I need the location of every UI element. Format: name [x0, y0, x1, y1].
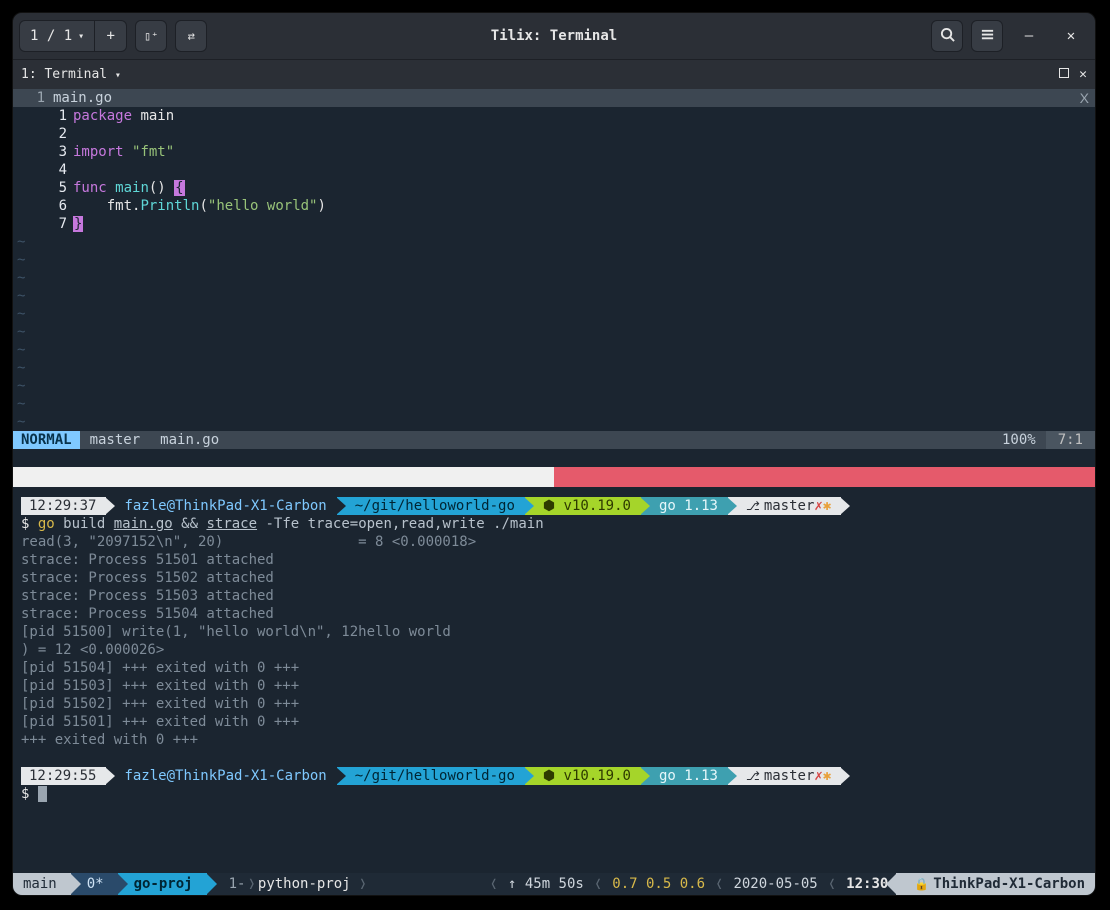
code-area: 1package main23import "fmt"45func main()… — [13, 107, 1095, 233]
prompt-node: ⬢ v10.19.0 — [525, 767, 641, 785]
minimize-icon: — — [1025, 28, 1033, 44]
line-number: 7 — [13, 215, 73, 233]
vim-position: 7:1 — [1046, 431, 1095, 449]
shell-cursor — [38, 786, 47, 802]
vim-cmdline — [13, 449, 1095, 467]
code-line: import "fmt" — [73, 143, 1095, 161]
close-icon: ✕ — [1067, 28, 1075, 44]
window-controls: — ✕ — [1011, 20, 1089, 52]
prompt-cwd: ~/git/helloworld-go — [337, 497, 525, 515]
session-bar: 1: Terminal ▾ ✕ — [13, 59, 1095, 89]
prompt-input[interactable]: $ — [21, 785, 1087, 803]
vim-buffer-bar: 1 main.go X — [13, 89, 1095, 107]
branch-icon — [746, 767, 764, 785]
buffer-close-icon: X — [1074, 89, 1095, 107]
git-dirty-icon: ✗ — [814, 767, 822, 785]
tmux-session: main — [13, 873, 71, 895]
line-number: 2 — [13, 125, 73, 143]
git-staged-icon: ✱ — [823, 767, 831, 785]
buffer-index: 1 — [13, 89, 53, 107]
vim-mode: NORMAL — [13, 431, 80, 449]
titlebar: 1 / 1 ▾ + ▯⁺ ⇄ Tilix: Terminal — ✕ — [13, 13, 1095, 59]
terminal-pane[interactable]: 1 main.go X 1package main23import "fmt"4… — [13, 89, 1095, 873]
square-icon — [1059, 68, 1069, 78]
prompt-git: master ✗ ✱ — [728, 767, 841, 785]
close-icon: ✕ — [1079, 67, 1087, 82]
hamburger-icon — [980, 27, 995, 46]
git-staged-icon: ✱ — [823, 497, 831, 515]
code-line: package main — [73, 107, 1095, 125]
session-count-label: 1 / 1 — [30, 28, 72, 44]
line-number: 6 — [13, 197, 73, 215]
tmux-status-right: ❬ ↑ 45m 50s ❬ 0.7 0.5 0.6 ❬ 2020-05-05 ❬… — [488, 873, 1095, 895]
maximize-pane-button[interactable] — [1059, 67, 1069, 82]
git-dirty-icon: ✗ — [814, 497, 822, 515]
search-icon — [940, 27, 955, 46]
tmux-window-2[interactable]: 1-❭python-proj❭ — [207, 873, 383, 895]
code-line: fmt.Println("hello world") — [73, 197, 1095, 215]
line-number: 5 — [13, 179, 73, 197]
add-session-button[interactable]: + — [95, 20, 127, 52]
tmux-uptime: ↑ 45m 50s — [500, 876, 592, 892]
branch-icon — [746, 497, 764, 515]
close-pane-button[interactable]: ✕ — [1079, 67, 1087, 82]
prompt-node: ⬢ v10.19.0 — [525, 497, 641, 515]
tmux-host: ThinkPad-X1-Carbon — [896, 873, 1095, 895]
plus-icon: + — [106, 28, 114, 44]
session-switcher-group: 1 / 1 ▾ + — [19, 20, 127, 52]
tmux-window-active[interactable]: go-proj — [118, 873, 207, 895]
prompt-line: 12:29:37 fazle@ThinkPad-X1-Carbon ~/git/… — [21, 497, 1087, 515]
chevron-down-icon: ▾ — [115, 70, 121, 81]
search-button[interactable] — [931, 20, 963, 52]
prompt-time: 12:29:37 — [21, 497, 106, 515]
line-number: 1 — [13, 107, 73, 125]
new-terminal-icon: ▯⁺ — [144, 29, 158, 43]
menu-button[interactable] — [971, 20, 1003, 52]
sync-input-button[interactable]: ⇄ — [175, 20, 207, 52]
session-controls: ✕ — [1059, 67, 1087, 82]
tmux-date: 2020-05-05 — [725, 876, 825, 892]
sync-icon: ⇄ — [188, 29, 195, 43]
vim-branch: master — [80, 431, 151, 449]
buffer-filename: main.go — [53, 89, 112, 107]
close-window-button[interactable]: ✕ — [1053, 20, 1089, 52]
code-line: } — [73, 215, 1095, 233]
line-number: 3 — [13, 143, 73, 161]
prompt-time: 12:29:55 — [21, 767, 106, 785]
vim-percent: 100% — [992, 431, 1046, 449]
prompt-go: go 1.13 — [641, 497, 728, 515]
prompt-line: 12:29:55 fazle@ThinkPad-X1-Carbon ~/git/… — [21, 767, 1087, 785]
code-line — [73, 161, 1095, 179]
tmux-statusbar: main 0* go-proj 1-❭python-proj❭ ❬ ↑ 45m … — [13, 873, 1095, 895]
code-line: func main() { — [73, 179, 1095, 197]
lock-icon — [914, 876, 933, 892]
prompt-userhost: fazle@ThinkPad-X1-Carbon — [106, 767, 336, 785]
tmux-pane-separator[interactable] — [13, 467, 1095, 487]
prompt-go: go 1.13 — [641, 767, 728, 785]
line-number: 4 — [13, 161, 73, 179]
command-line: $ go build main.go && strace -Tfe trace=… — [21, 515, 1087, 533]
minimize-button[interactable]: — — [1011, 20, 1047, 52]
session-count-button[interactable]: 1 / 1 ▾ — [19, 20, 95, 52]
vim-file: main.go — [150, 431, 229, 449]
tmux-load: 0.7 0.5 0.6 — [604, 876, 713, 892]
tilix-window: 1 / 1 ▾ + ▯⁺ ⇄ Tilix: Terminal — ✕ — [12, 12, 1096, 896]
new-terminal-button[interactable]: ▯⁺ — [135, 20, 167, 52]
prompt-cwd: ~/git/helloworld-go — [337, 767, 525, 785]
session-tab[interactable]: 1: Terminal ▾ — [21, 67, 121, 82]
prompt-git: master ✗ ✱ — [728, 497, 841, 515]
vim-tildes: ~~~~~~~~~~~ — [13, 233, 1095, 431]
prompt-userhost: fazle@ThinkPad-X1-Carbon — [106, 497, 336, 515]
command-output: read(3, "2097152\n", 20) = 8 <0.000018>s… — [21, 533, 1087, 749]
chevron-down-icon: ▾ — [78, 31, 84, 42]
code-line — [73, 125, 1095, 143]
vim-statusline: NORMAL master main.go 100% 7:1 — [13, 431, 1095, 449]
shell-pane[interactable]: 12:29:37 fazle@ThinkPad-X1-Carbon ~/git/… — [13, 487, 1095, 803]
